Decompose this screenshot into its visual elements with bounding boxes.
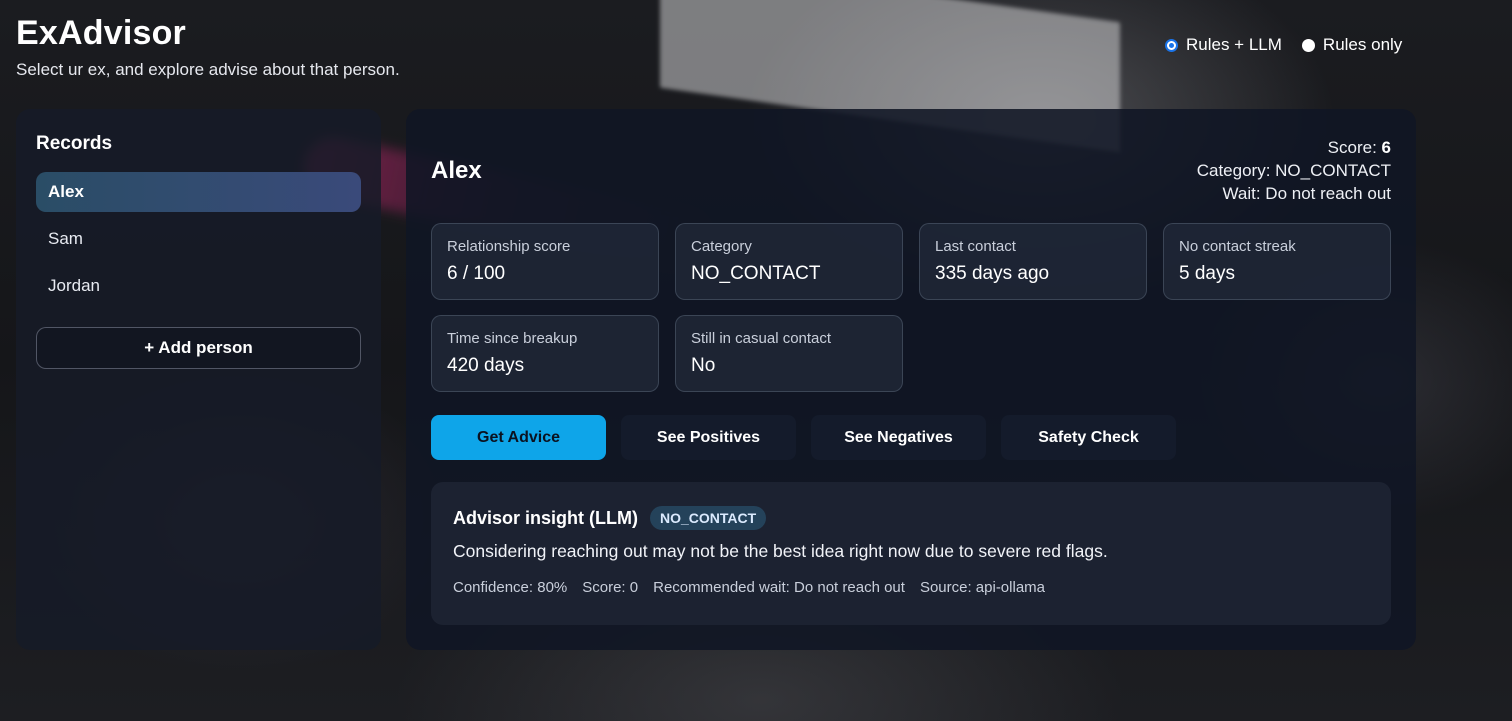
mode-option-rules-only[interactable]: Rules only — [1301, 35, 1403, 55]
stat-label: No contact streak — [1179, 238, 1296, 255]
stat-card-category: Category NO_CONTACT — [675, 223, 903, 300]
stat-value: 335 days ago — [935, 263, 1050, 284]
stat-value: NO_CONTACT — [691, 263, 821, 284]
insight-header: Advisor insight (LLM) NO_CONTACT — [453, 506, 1369, 530]
insight-wait: Recommended wait: Do not reach out — [653, 579, 905, 596]
safety-check-button[interactable]: Safety Check — [1001, 415, 1176, 460]
stat-card-no-contact-streak: No contact streak 5 days — [1163, 223, 1391, 300]
record-item-sam[interactable]: Sam — [36, 219, 361, 259]
stat-card-last-contact: Last contact 335 days ago — [919, 223, 1147, 300]
stat-label: Relationship score — [447, 238, 571, 255]
person-name: Alex — [431, 157, 482, 184]
stat-value: 420 days — [447, 355, 525, 376]
records-title: Records — [36, 133, 113, 154]
insight-score: Score: 0 — [582, 579, 639, 596]
mode-label-rules-llm: Rules + LLM — [1186, 35, 1282, 54]
person-detail-panel: Alex Score: 6 Category: NO_CONTACT Wait:… — [406, 109, 1416, 650]
stat-value: 6 / 100 — [447, 263, 506, 284]
record-label: Jordan — [48, 276, 100, 295]
record-item-jordan[interactable]: Jordan — [36, 266, 361, 306]
stat-label: Category — [691, 238, 752, 255]
person-summary: Score: 6 Category: NO_CONTACT Wait: Do n… — [1197, 136, 1391, 205]
insight-text: Considering reaching out may not be the … — [453, 541, 1108, 561]
stat-label: Time since breakup — [447, 330, 578, 347]
summary-score-value: 6 — [1381, 138, 1391, 157]
summary-score-label: Score: — [1327, 138, 1377, 157]
mode-option-rules-llm[interactable]: Rules + LLM — [1165, 35, 1282, 55]
record-label: Sam — [48, 229, 83, 248]
stat-label: Still in casual contact — [691, 330, 832, 347]
stat-value: No — [691, 355, 716, 376]
stat-card-relationship-score: Relationship score 6 / 100 — [431, 223, 659, 300]
see-negatives-button[interactable]: See Negatives — [811, 415, 986, 460]
radio-rules-only[interactable] — [1301, 38, 1315, 52]
insight-title: Advisor insight (LLM) — [453, 507, 638, 528]
add-person-button[interactable]: + Add person — [36, 327, 361, 369]
insight-source: Source: api-ollama — [919, 579, 1045, 596]
summary-wait: Wait: Do not reach out — [1222, 184, 1391, 203]
app-subtitle: Select ur ex, and explore advise about t… — [16, 60, 400, 79]
advisor-insight-card: Advisor insight (LLM) NO_CONTACT Conside… — [431, 482, 1391, 625]
summary-score: Score: 6 — [1197, 136, 1391, 159]
summary-category: Category: NO_CONTACT — [1196, 161, 1391, 180]
see-positives-button[interactable]: See Positives — [621, 415, 796, 460]
stat-label: Last contact — [935, 238, 1016, 255]
action-buttons: Get Advice See Positives See Negatives S… — [431, 415, 1191, 460]
category-badge: NO_CONTACT — [649, 506, 767, 530]
mode-label-rules-only: Rules only — [1322, 35, 1403, 54]
get-advice-button[interactable]: Get Advice — [431, 415, 606, 460]
record-item-alex[interactable]: Alex — [36, 172, 361, 212]
stats-grid: Relationship score 6 / 100 Category NO_C… — [431, 223, 1391, 392]
stat-value: 5 days — [1179, 263, 1235, 284]
insight-meta: Confidence: 80% Score: 0 Recommended wai… — [453, 579, 1369, 596]
radio-rules-llm[interactable] — [1165, 38, 1178, 52]
app-title: ExAdvisor — [16, 14, 186, 52]
insight-confidence: Confidence: 80% — [453, 579, 568, 596]
stat-card-time-since-breakup: Time since breakup 420 days — [431, 315, 659, 392]
stat-card-casual-contact: Still in casual contact No — [675, 315, 903, 392]
records-sidebar: Records Alex Sam Jordan + Add person — [16, 109, 381, 650]
record-label: Alex — [48, 182, 84, 201]
mode-radio-group: Rules + LLM Rules only — [1165, 35, 1422, 55]
